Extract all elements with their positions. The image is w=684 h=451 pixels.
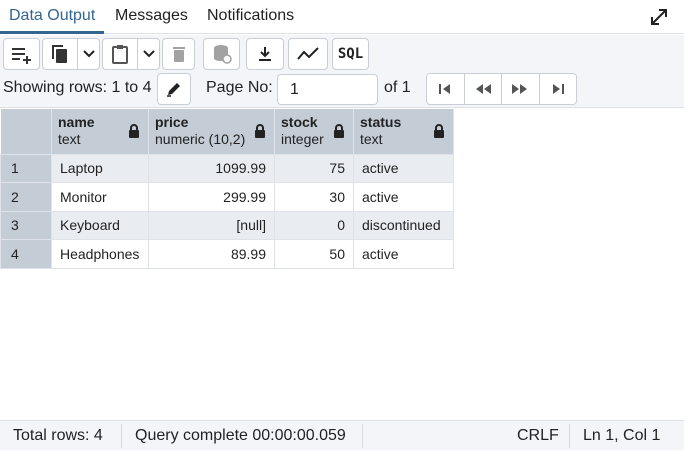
add-row-button[interactable] <box>3 38 40 70</box>
column-name: price <box>155 114 189 130</box>
paste-icon <box>112 45 128 64</box>
copy-button[interactable] <box>42 38 78 70</box>
pager-nav <box>426 73 577 105</box>
showing-rows-label: Showing rows: 1 to 4 <box>3 79 152 96</box>
copy-icon <box>52 45 67 63</box>
cell-status[interactable]: active <box>353 239 454 269</box>
cell-status[interactable]: discontinued <box>353 210 454 240</box>
data-toolbar: SQL Showing rows: 1 to 4 Page No: of 1 <box>0 35 684 108</box>
result-tabbar: Data Output Messages Notifications <box>0 0 684 34</box>
cell-status[interactable]: active <box>353 153 454 183</box>
column-type: numeric (10,2) <box>155 131 246 147</box>
cell-stock[interactable]: 30 <box>274 182 354 212</box>
tab-data-output[interactable]: Data Output <box>0 0 105 34</box>
first-page-icon <box>439 84 451 94</box>
save-data-button[interactable] <box>203 38 240 70</box>
previous-page-button[interactable] <box>465 74 502 104</box>
page-count-label: of 1 <box>384 79 411 96</box>
grid-header-row: name text price numeric (10,2) stock int… <box>0 109 454 154</box>
cell-name[interactable]: Keyboard <box>51 210 149 240</box>
row-number[interactable]: 1 <box>0 153 52 183</box>
paste-options-button[interactable] <box>138 38 160 70</box>
cell-stock[interactable]: 75 <box>274 153 354 183</box>
fast-forward-icon <box>512 84 528 94</box>
save-data-icon <box>213 45 232 64</box>
chevron-down-icon <box>82 50 95 58</box>
cell-name[interactable]: Laptop <box>51 153 149 183</box>
graph-icon <box>297 47 319 60</box>
status-divider <box>362 424 363 448</box>
paste-button[interactable] <box>102 38 138 70</box>
page-no-label: Page No: <box>206 79 273 96</box>
cell-stock[interactable]: 0 <box>274 210 354 240</box>
last-page-icon <box>552 84 564 94</box>
edit-rows-button[interactable] <box>157 73 191 105</box>
chevron-down-icon <box>142 50 155 58</box>
tab-messages[interactable]: Messages <box>106 0 197 34</box>
column-header-stock[interactable]: stock integer <box>274 109 354 154</box>
cell-name[interactable]: Monitor <box>51 182 149 212</box>
cell-price[interactable]: 1099.99 <box>148 153 275 183</box>
column-header-price[interactable]: price numeric (10,2) <box>148 109 275 154</box>
cell-stock[interactable]: 50 <box>274 239 354 269</box>
delete-button[interactable] <box>162 38 195 70</box>
data-grid: name text price numeric (10,2) stock int… <box>0 109 454 269</box>
tab-notifications[interactable]: Notifications <box>198 0 303 34</box>
query-status: Query complete 00:00:00.059 <box>135 427 346 444</box>
row-number[interactable]: 4 <box>0 239 52 269</box>
page-no-input[interactable] <box>277 74 378 105</box>
row-number[interactable]: 3 <box>0 210 52 240</box>
delete-icon <box>172 47 185 62</box>
status-bar: Total rows: 4 Query complete 00:00:00.05… <box>0 420 684 450</box>
table-row[interactable]: 4 Headphones 89.99 50 active <box>0 239 454 269</box>
column-header-status[interactable]: status text <box>353 109 454 154</box>
table-row[interactable]: 3 Keyboard [null] 0 discontinued <box>0 210 454 240</box>
line-ending-status: CRLF <box>517 427 559 444</box>
next-page-button[interactable] <box>502 74 540 104</box>
cursor-position-status: Ln 1, Col 1 <box>583 427 661 444</box>
row-number[interactable]: 2 <box>0 182 52 212</box>
download-button[interactable] <box>246 38 284 70</box>
lock-icon <box>334 124 344 138</box>
cell-price[interactable]: [null] <box>148 210 275 240</box>
rewind-icon <box>475 84 491 94</box>
row-number-header[interactable] <box>0 109 52 154</box>
lock-icon <box>255 124 265 138</box>
download-icon <box>259 47 271 61</box>
last-page-button[interactable] <box>540 74 577 104</box>
total-rows-status: Total rows: 4 <box>13 427 103 444</box>
lock-icon <box>434 124 444 138</box>
graph-visualiser-button[interactable] <box>288 38 328 70</box>
first-page-button[interactable] <box>427 74 465 104</box>
copy-options-button[interactable] <box>78 38 100 70</box>
sql-icon: SQL <box>337 46 364 62</box>
pencil-icon <box>167 83 180 97</box>
add-row-icon <box>11 48 31 64</box>
sql-button[interactable]: SQL <box>332 38 369 70</box>
table-row[interactable]: 2 Monitor 299.99 30 active <box>0 182 454 212</box>
cell-name[interactable]: Headphones <box>51 239 149 269</box>
column-header-name[interactable]: name text <box>51 109 149 154</box>
cell-price[interactable]: 299.99 <box>148 182 275 212</box>
table-row[interactable]: 1 Laptop 1099.99 75 active <box>0 153 454 183</box>
expand-icon[interactable] <box>648 6 670 28</box>
lock-icon <box>129 124 139 138</box>
cell-price[interactable]: 89.99 <box>148 239 275 269</box>
cell-status[interactable]: active <box>353 182 454 212</box>
